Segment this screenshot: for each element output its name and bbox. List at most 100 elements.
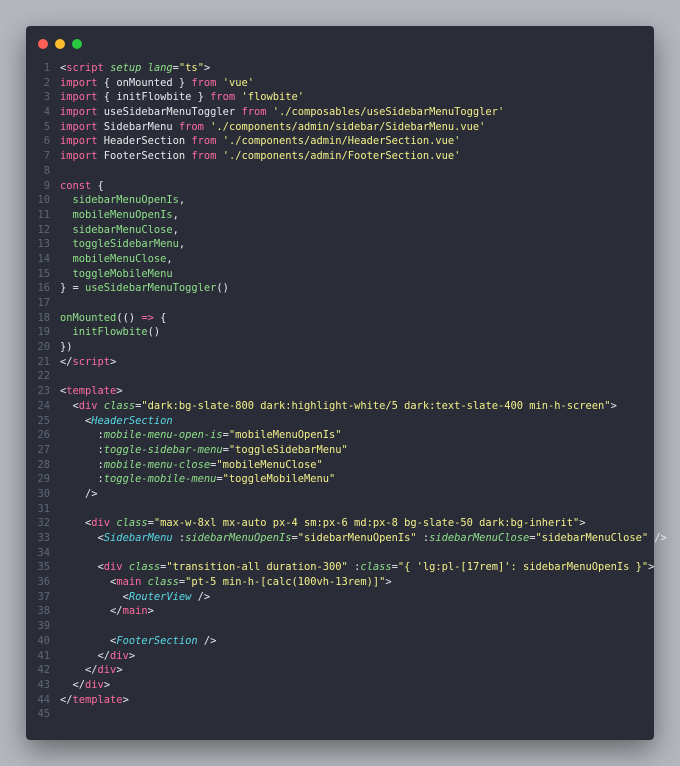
line-number: 35 — [37, 561, 50, 574]
line-text: </main> — [60, 605, 154, 618]
line-number: 29 — [37, 473, 50, 486]
line-text: </div> — [60, 678, 111, 691]
line-text: <RouterView /> — [60, 590, 211, 603]
code-line: 44 </template> — [26, 693, 654, 708]
line-number: 21 — [37, 355, 50, 368]
code-line: 28 :mobile-menu-close="mobileMenuClose" — [26, 458, 654, 473]
code-line: 43 </div> — [26, 678, 654, 693]
line-text: mobileMenuOpenIs, — [72, 208, 179, 221]
line-text: </div> — [60, 664, 123, 677]
line-number: 17 — [37, 297, 50, 309]
line-number: 18 — [37, 311, 50, 324]
code-line: 19 initFlowbite() — [26, 325, 654, 340]
line-number: 3 — [43, 91, 50, 104]
line-number: 5 — [43, 120, 50, 133]
code-line: 1 <script setup lang="ts"> — [26, 61, 654, 76]
code-line: 24 <div class="dark:bg-slate-800 dark:hi… — [26, 399, 654, 414]
line-number: 38 — [37, 605, 50, 618]
code-line: 23 <template> — [26, 384, 654, 399]
line-text: <FooterSection /> — [60, 634, 217, 647]
line-number: 27 — [37, 443, 50, 456]
line-text: :mobile-menu-open-is="mobileMenuOpenIs" — [60, 429, 342, 442]
code-line: 13 toggleSidebarMenu, — [26, 237, 654, 252]
line-text: <SidebarMenu :sidebarMenuOpenIs="sidebar… — [60, 532, 667, 544]
line-text: import HeaderSection from './components/… — [60, 135, 461, 148]
line-number: 42 — [37, 664, 50, 677]
line-text: </script> — [60, 355, 117, 368]
line-number: 30 — [37, 487, 50, 500]
line-number: 11 — [37, 208, 50, 221]
line-number: 44 — [37, 693, 50, 706]
line-text: import FooterSection from './components/… — [60, 150, 461, 163]
code-line: 25 <HeaderSection — [26, 414, 654, 429]
line-number: 13 — [37, 238, 50, 251]
line-number: 40 — [37, 634, 50, 647]
line-number: 2 — [43, 76, 50, 89]
line-number: 45 — [37, 708, 50, 721]
code-line: 15 toggleMobileMenu — [26, 267, 654, 282]
code-line: 40 <FooterSection /> — [26, 634, 654, 649]
line-number: 41 — [37, 649, 50, 662]
line-text: import { onMounted } from 'vue' — [60, 76, 254, 89]
line-number: 32 — [37, 517, 50, 530]
line-text: <div class="transition-all duration-300"… — [60, 561, 655, 574]
line-number: 8 — [43, 164, 50, 177]
code-line: 6 import HeaderSection from './components… — [26, 134, 654, 149]
line-text: :toggle-mobile-menu="toggleMobileMenu" — [60, 473, 336, 486]
line-number: 6 — [43, 135, 50, 148]
line-number: 15 — [37, 267, 50, 280]
line-text: <script setup lang="ts"> — [60, 62, 211, 74]
code-line: 2 import { onMounted } from 'vue' — [26, 76, 654, 91]
line-number: 10 — [37, 194, 50, 207]
code-editor[interactable]: 1 <script setup lang="ts"> 2 import { onMou… — [26, 61, 666, 722]
code-line: 9 const { — [26, 179, 654, 194]
line-text: :mobile-menu-close="mobileMenuClose" — [60, 458, 323, 471]
line-number: 23 — [37, 385, 50, 398]
code-line: 4 import useSidebarMenuToggler from './co… — [26, 105, 654, 120]
line-number: 36 — [37, 576, 50, 589]
code-line: 5 import SidebarMenu from './components/a… — [26, 120, 654, 135]
code-line: 11 mobileMenuOpenIs, — [26, 208, 654, 223]
code-line: 31 — [26, 502, 654, 517]
line-number: 20 — [37, 341, 50, 354]
code-line: 37 <RouterView /> — [26, 590, 654, 605]
line-text: toggleMobileMenu — [72, 267, 173, 280]
line-number: 22 — [37, 370, 50, 383]
line-number: 16 — [37, 282, 50, 295]
code-line: 29 :toggle-mobile-menu="toggleMobileMenu… — [26, 472, 654, 487]
maximize-dot-icon[interactable] — [72, 39, 82, 49]
line-number: 12 — [37, 223, 50, 236]
line-number: 33 — [37, 532, 50, 544]
code-line: 17 — [26, 296, 654, 311]
line-text: toggleSidebarMenu, — [72, 238, 186, 251]
line-number: 31 — [37, 502, 50, 515]
code-line: 12 sidebarMenuClose, — [26, 223, 654, 238]
line-text: <main class="pt-5 min-h-[calc(100vh-13re… — [60, 576, 392, 589]
code-line: 41 </div> — [26, 649, 654, 664]
code-line: 34 — [26, 546, 654, 561]
code-line: 14 mobileMenuClose, — [26, 252, 654, 267]
code-line: 35 <div class="transition-all duration-3… — [26, 560, 654, 575]
code-line: 10 sidebarMenuOpenIs, — [26, 193, 654, 208]
line-text: }) — [60, 341, 73, 354]
code-line: 27 :toggle-sidebar-menu="toggleSidebarMe… — [26, 443, 654, 458]
code-line: 7 import FooterSection from './components… — [26, 149, 654, 164]
line-text: import { initFlowbite } from 'flowbite' — [60, 91, 305, 104]
code-line: 36 <main class="pt-5 min-h-[calc(100vh-1… — [26, 575, 654, 590]
line-number: 25 — [37, 414, 50, 427]
line-text: } = useSidebarMenuToggler() — [60, 282, 229, 295]
minimize-dot-icon[interactable] — [55, 39, 65, 49]
code-line: 8 — [26, 164, 654, 179]
code-line: 18 onMounted(() => { — [26, 311, 654, 326]
code-line: 32 <div class="max-w-8xl mx-auto px-4 sm… — [26, 516, 654, 531]
line-text: <div class="max-w-8xl mx-auto px-4 sm:px… — [60, 517, 586, 530]
line-text: sidebarMenuOpenIs, — [72, 194, 186, 207]
line-number: 39 — [37, 620, 50, 633]
code-window: 1 <script setup lang="ts"> 2 import { onMou… — [26, 26, 667, 740]
line-text: :toggle-sidebar-menu="toggleSidebarMenu" — [60, 443, 348, 456]
code-line: 26 :mobile-menu-open-is="mobileMenuOpenI… — [26, 428, 654, 443]
line-number: 1 — [43, 62, 50, 74]
line-number: 37 — [37, 590, 50, 603]
line-number: 43 — [37, 678, 50, 691]
close-dot-icon[interactable] — [38, 39, 48, 49]
